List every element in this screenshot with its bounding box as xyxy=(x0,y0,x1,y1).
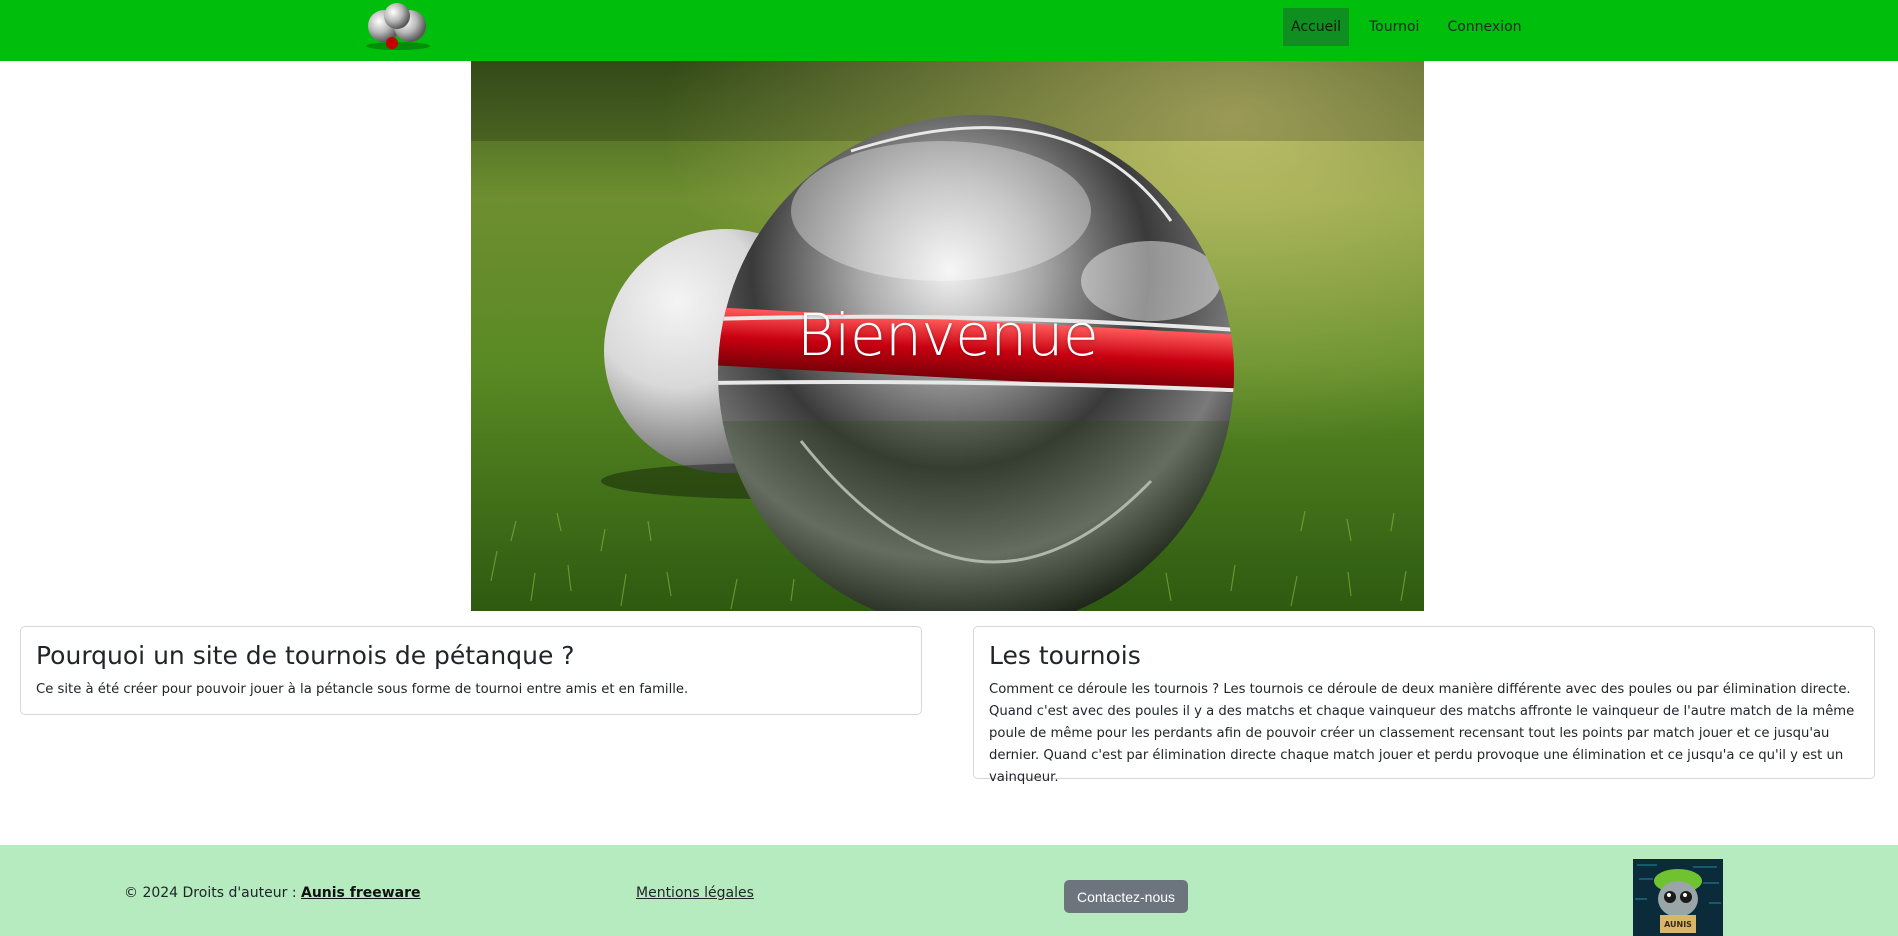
nav-connexion[interactable]: Connexion xyxy=(1439,8,1529,46)
brand-link[interactable]: Aunis freeware xyxy=(301,885,421,901)
nav-tournoi[interactable]: Tournoi xyxy=(1361,8,1427,46)
petanque-logo[interactable] xyxy=(360,2,436,52)
nav-accueil[interactable]: Accueil xyxy=(1283,8,1349,46)
card-title: Pourquoi un site de tournois de pétanque… xyxy=(36,641,575,670)
main-nav: Accueil Tournoi Connexion xyxy=(1283,8,1542,46)
contact-button[interactable]: Contactez-nous xyxy=(1064,880,1188,913)
hero-banner: Bienvenue xyxy=(471,61,1424,611)
footer: © 2024 Droits d'auteur : Aunis freeware … xyxy=(0,845,1898,936)
card-text: Ce site à été créer pour pouvoir jouer à… xyxy=(36,682,689,697)
copyright: © 2024 Droits d'auteur : Aunis freeware xyxy=(124,885,421,901)
aunis-freeware-logo[interactable]: AUNIS xyxy=(1633,859,1723,936)
hero-title: Bienvenue xyxy=(796,301,1099,369)
card-title: Les tournois xyxy=(989,641,1141,670)
svg-text:AUNIS: AUNIS xyxy=(1664,920,1692,929)
legal-notice-link[interactable]: Mentions légales xyxy=(636,885,754,901)
card-tournaments: Les tournois Comment ce déroule les tour… xyxy=(973,626,1875,785)
card-text: Comment ce déroule les tournois ? Les to… xyxy=(989,682,1855,785)
navbar: Accueil Tournoi Connexion xyxy=(0,0,1898,61)
card-why-site: Pourquoi un site de tournois de pétanque… xyxy=(20,626,922,715)
copyright-text: © 2024 Droits d'auteur : xyxy=(124,885,301,901)
